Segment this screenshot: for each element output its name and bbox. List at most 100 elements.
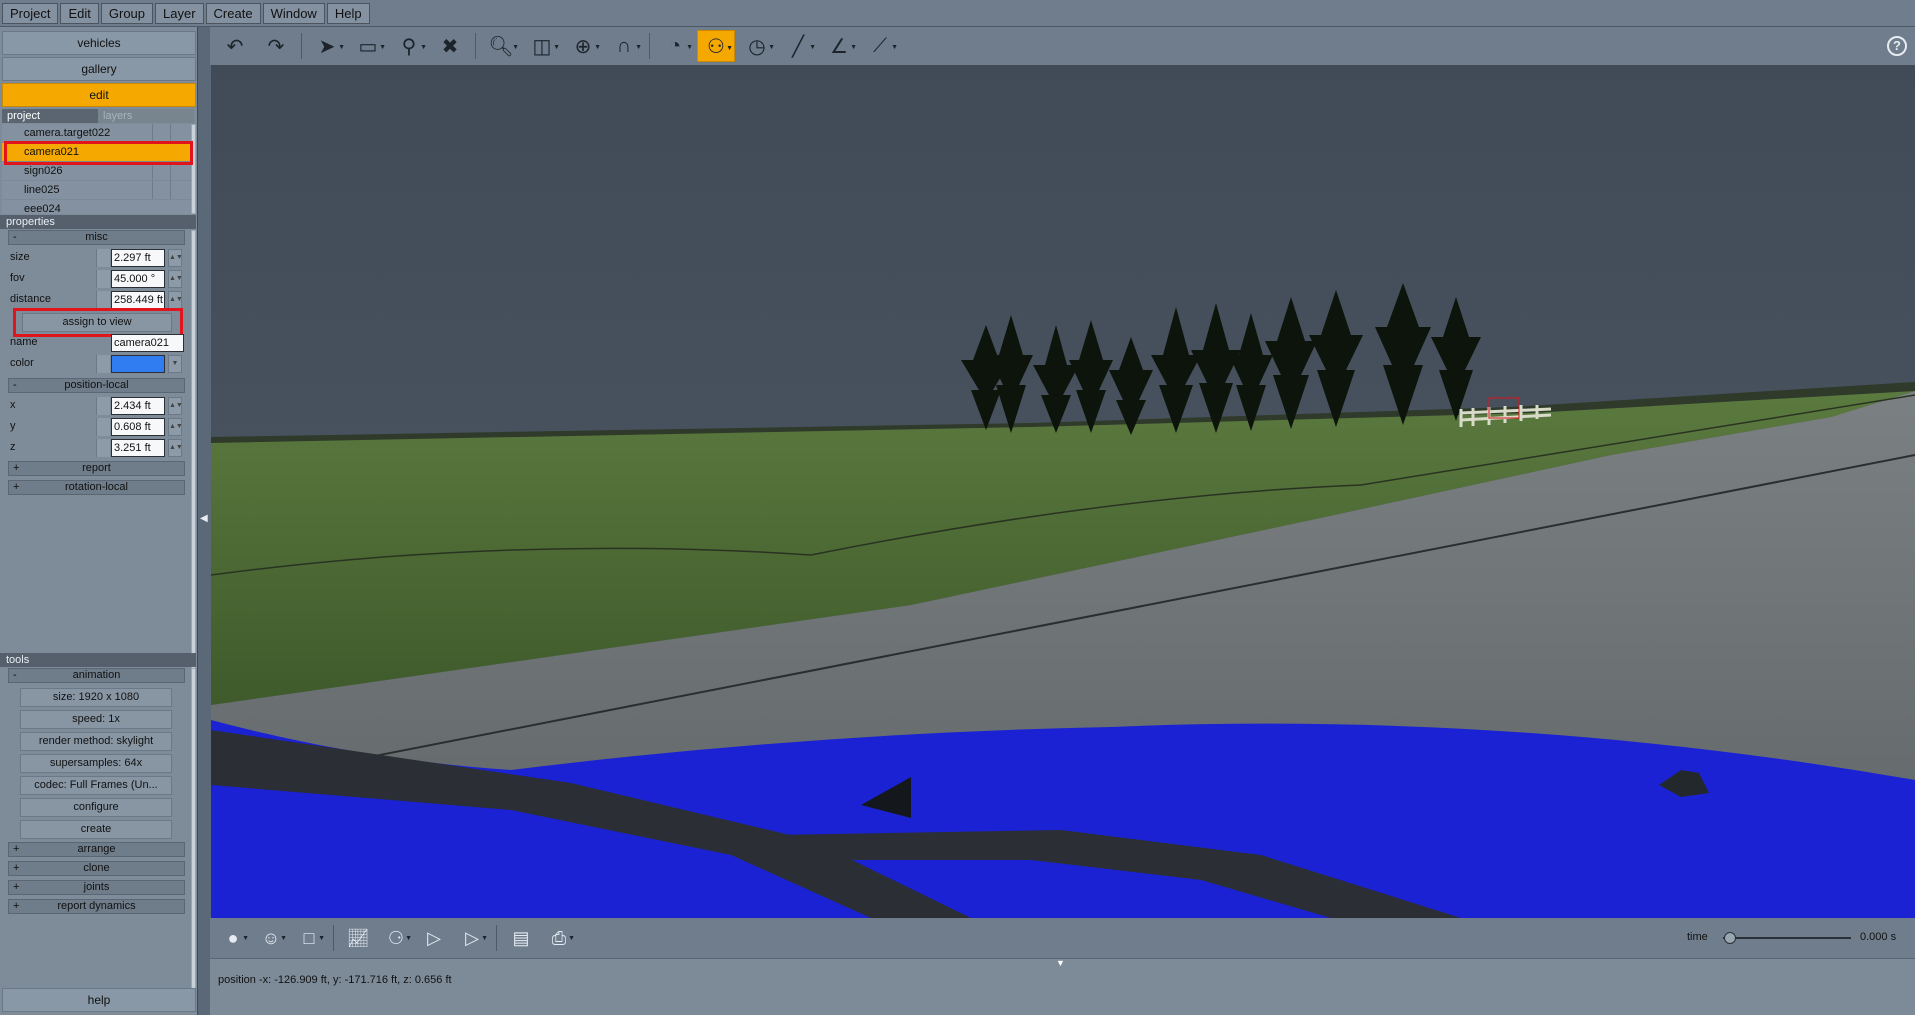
measure-angle-icon[interactable]: ∠ ▼ — [820, 30, 858, 62]
sphere-icon[interactable]: ● ▼ — [216, 923, 250, 953]
color-dropdown[interactable]: ▼ — [168, 355, 182, 373]
redo-icon[interactable]: ↷ — [257, 30, 295, 62]
ruler-icon[interactable]: ⟋ ▼ — [861, 30, 899, 62]
assign-to-view-button[interactable]: assign to view — [22, 313, 172, 332]
menu-layer[interactable]: Layer — [155, 2, 204, 24]
line-tool-icon[interactable]: ╱ ▼ — [779, 30, 817, 62]
menu-project[interactable]: Project — [2, 2, 59, 24]
undo-icon[interactable]: ↶ — [216, 30, 254, 62]
report-group-header[interactable]: + report — [8, 461, 185, 476]
arrange-group-header[interactable]: + arrange — [8, 842, 185, 857]
panel-collapse-arrow-icon[interactable]: ◀ — [200, 513, 208, 524]
magnet-icon[interactable]: ∩ ▼ — [605, 30, 643, 62]
animation-group-header[interactable]: - animation — [8, 668, 185, 683]
tree-item-line025[interactable]: line025 — [2, 181, 192, 200]
configure-button[interactable]: configure — [20, 798, 172, 817]
rotation-local-group-header[interactable]: + rotation-local — [8, 480, 185, 495]
clone-group-header[interactable]: + clone — [8, 861, 185, 876]
speedometer-icon[interactable]: ◔ ▼ — [656, 30, 694, 62]
render-method-button[interactable]: render method: skylight — [20, 732, 172, 751]
camera-reel-icon[interactable]: ⚇ ▼ — [697, 30, 735, 62]
tab-layers[interactable]: layers — [98, 109, 194, 123]
tools-scrollbar[interactable] — [191, 668, 196, 1010]
play-icon[interactable]: ▷ — [417, 923, 451, 953]
menu-create[interactable]: Create — [205, 2, 261, 24]
camera-icon[interactable]: ⚆ ▼ — [379, 923, 413, 953]
select-arrow-icon[interactable]: ➤ ▼ — [308, 30, 346, 62]
menu-window[interactable]: Window — [262, 2, 325, 24]
graph-icon[interactable]: 📈︎ — [341, 923, 375, 953]
menu-edit[interactable]: Edit — [60, 2, 99, 24]
position-local-group-header[interactable]: - position-local — [8, 378, 185, 393]
playback-toolbar: ● ▼ ☺ ▼ □ ▼ 📈︎ ⚆ ▼ ▷ ▷ ▼ ▤ ⎙ ▼ — [210, 918, 1915, 958]
fov-label: fov — [10, 272, 25, 284]
animation-label: animation — [72, 669, 121, 681]
rectangle-select-icon[interactable]: ▭ ▼ — [349, 30, 387, 62]
tree-item-eee024[interactable]: eee024 — [2, 200, 192, 214]
collapse-status-icon[interactable]: ▼ — [1056, 958, 1065, 968]
fov-spinner[interactable]: ▲▼ — [168, 270, 183, 288]
color-swatch[interactable] — [111, 355, 165, 373]
3d-viewport[interactable] — [211, 65, 1915, 918]
frame-icon[interactable]: □ ▼ — [292, 923, 326, 953]
lock-toggle[interactable] — [96, 397, 110, 415]
x-spinner[interactable]: ▲▼ — [168, 397, 183, 415]
lock-toggle[interactable] — [96, 291, 110, 309]
tree-scrollbar[interactable] — [191, 124, 196, 214]
vehicles-button[interactable]: vehicles — [2, 31, 196, 55]
menu-help[interactable]: Help — [326, 2, 370, 24]
size-spinner[interactable]: ▲▼ — [168, 249, 183, 267]
create-button[interactable]: create — [20, 820, 172, 839]
size-setting-button[interactable]: size: 1920 x 1080 — [20, 688, 172, 707]
misc-group-header[interactable]: - misc — [8, 230, 185, 245]
gallery-button[interactable]: gallery — [2, 57, 196, 81]
y-field[interactable]: 0.608 ft — [111, 418, 165, 436]
codec-button[interactable]: codec: Full Frames (Un... — [20, 776, 172, 795]
supersamples-button[interactable]: supersamples: 64x — [20, 754, 172, 773]
time-slider-handle[interactable] — [1724, 932, 1736, 944]
gauge-icon[interactable]: ◷ ▼ — [738, 30, 776, 62]
help-icon[interactable]: ? — [1887, 36, 1907, 56]
z-label: z — [10, 441, 16, 453]
view-cube-icon[interactable]: ◫ ▼ — [523, 30, 561, 62]
fov-row: fov 45.000 ° ▲▼ — [8, 269, 185, 289]
name-field[interactable]: camera021 — [111, 334, 184, 352]
properties-scrollbar[interactable] — [191, 230, 196, 680]
left-panel: vehicles gallery edit project layers cam… — [0, 27, 198, 1015]
lock-toggle[interactable] — [96, 270, 110, 288]
y-spinner[interactable]: ▲▼ — [168, 418, 183, 436]
z-spinner[interactable]: ▲▼ — [168, 439, 183, 457]
filter-icon[interactable]: ⚲ ▼ — [390, 30, 428, 62]
tree-item-camera-target022[interactable]: camera.target022 — [2, 124, 192, 143]
tab-project[interactable]: project — [2, 109, 98, 123]
help-button[interactable]: help — [2, 988, 196, 1012]
target-icon[interactable]: ⊕ ▼ — [564, 30, 602, 62]
head-icon[interactable]: ☺ ▼ — [254, 923, 288, 953]
expand-toggle: + — [13, 843, 20, 855]
joints-group-header[interactable]: + joints — [8, 880, 185, 895]
lock-toggle[interactable] — [96, 355, 110, 373]
menu-group[interactable]: Group — [100, 2, 154, 24]
lock-toggle[interactable] — [96, 249, 110, 267]
lock-toggle[interactable] — [96, 439, 110, 457]
size-field[interactable]: 2.297 ft — [111, 249, 165, 267]
x-field[interactable]: 2.434 ft — [111, 397, 165, 415]
distance-row: distance 258.449 ft ▲▼ — [8, 290, 185, 310]
tree-item-camera021[interactable]: camera021 — [2, 143, 192, 162]
fov-field[interactable]: 45.000 ° — [111, 270, 165, 288]
speed-setting-button[interactable]: speed: 1x — [20, 710, 172, 729]
print-icon[interactable]: ⎙ ▼ — [542, 923, 576, 953]
time-slider[interactable] — [1723, 937, 1851, 939]
distance-spinner[interactable]: ▲▼ — [168, 291, 183, 309]
tree-item-sign026[interactable]: sign026 — [2, 162, 192, 181]
lock-toggle[interactable] — [96, 418, 110, 436]
report-dynamics-group-header[interactable]: + report dynamics — [8, 899, 185, 914]
z-field[interactable]: 3.251 ft — [111, 439, 165, 457]
edit-button[interactable]: edit — [2, 83, 196, 107]
tree-item-label: sign026 — [24, 165, 63, 177]
zoom-icon[interactable]: 🔍︎ ▼ — [482, 30, 520, 62]
play-frames-icon[interactable]: ▷ ▼ — [455, 923, 489, 953]
report-icon[interactable]: ▤ — [504, 923, 538, 953]
distance-field[interactable]: 258.449 ft — [111, 291, 165, 309]
delete-icon[interactable]: ✖ — [431, 30, 469, 62]
